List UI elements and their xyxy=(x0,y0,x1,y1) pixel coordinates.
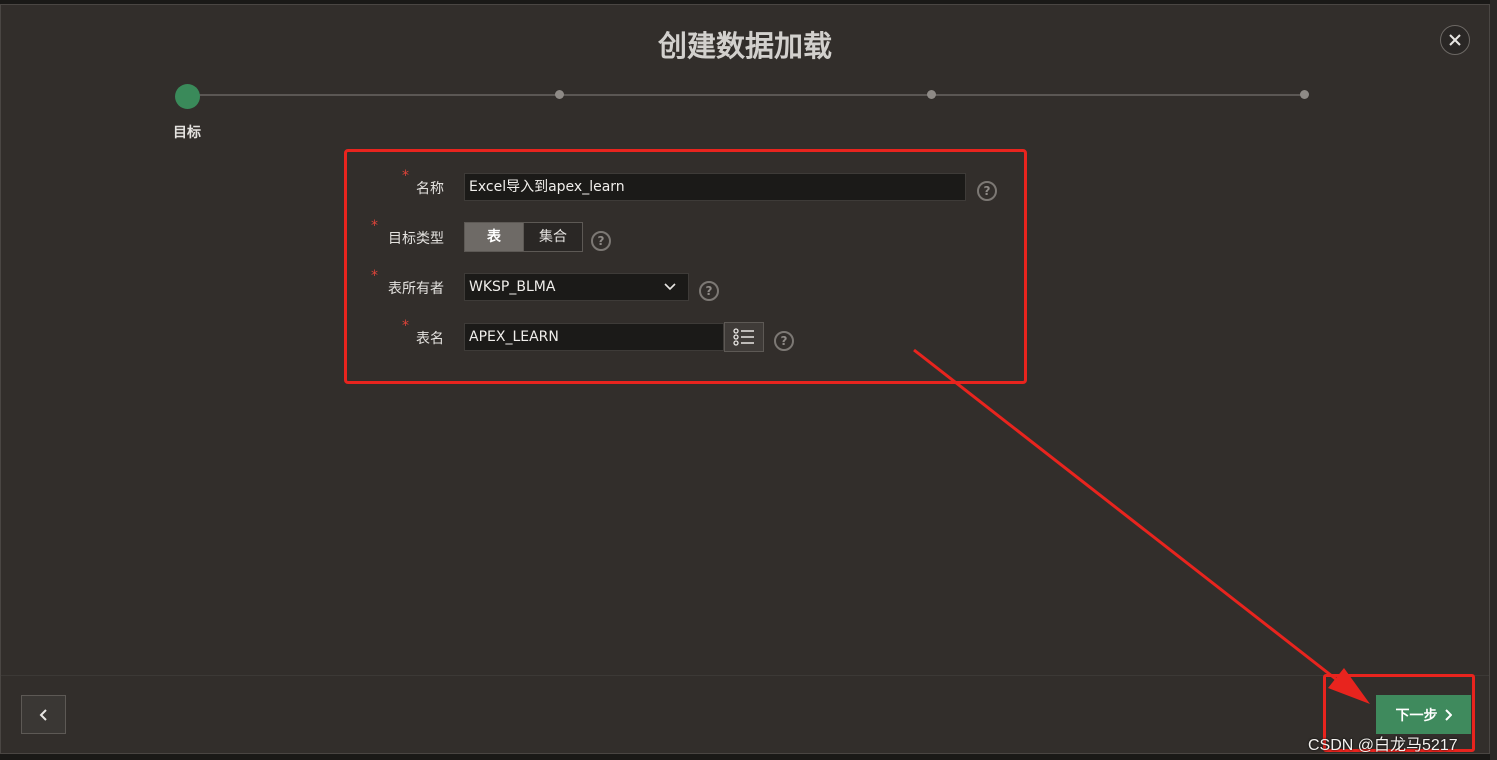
annotation-arrow xyxy=(913,348,1370,704)
watermark: CSDN @白龙马5217 xyxy=(1308,737,1458,754)
